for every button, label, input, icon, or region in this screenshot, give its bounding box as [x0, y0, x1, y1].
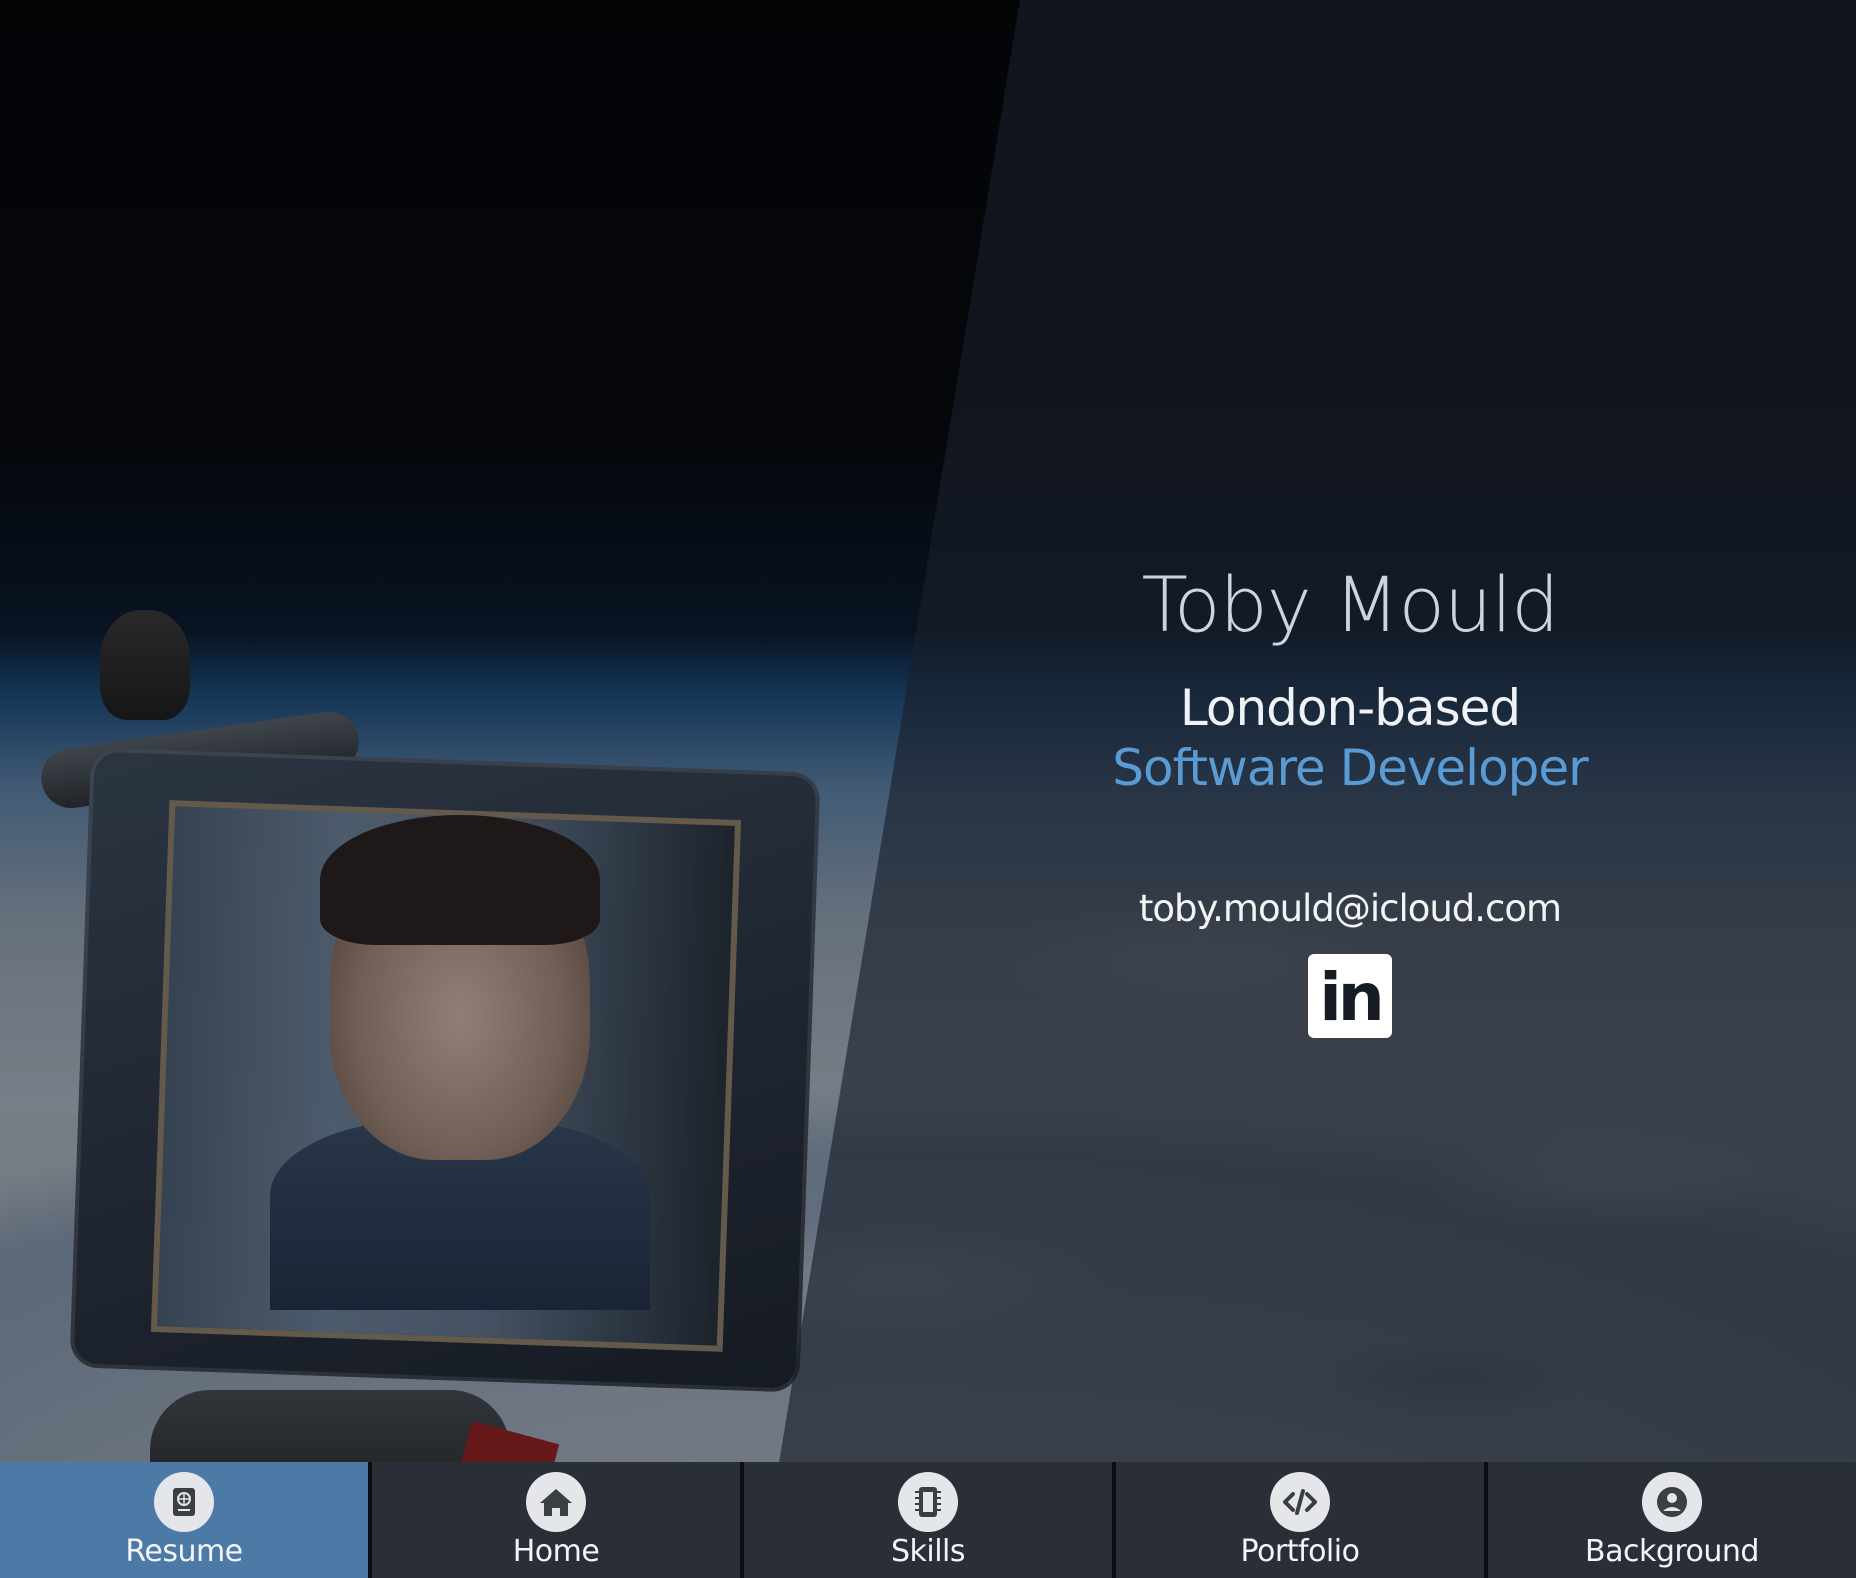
user-circle-icon — [1642, 1472, 1702, 1532]
profile-role: Software Developer — [1112, 739, 1588, 797]
linkedin-logo-text: in — [1319, 959, 1385, 1036]
nav-label-resume: Resume — [125, 1534, 243, 1569]
profile-name: Toby Mould — [1141, 560, 1560, 649]
nav-label-home: Home — [512, 1534, 600, 1569]
bottom-nav: Resume Home Skills Portfolio Background — [0, 1462, 1856, 1578]
nav-item-home[interactable]: Home — [368, 1462, 740, 1578]
home-icon — [526, 1472, 586, 1532]
nav-item-resume[interactable]: Resume — [0, 1462, 368, 1578]
resume-icon — [154, 1472, 214, 1532]
profile-card: Toby Mould London-based Software Develop… — [1050, 560, 1650, 1038]
nav-item-skills[interactable]: Skills — [740, 1462, 1112, 1578]
nav-label-skills: Skills — [890, 1534, 966, 1569]
email-link[interactable]: toby.mould@icloud.com — [1139, 887, 1562, 930]
page: Toby Mould London-based Software Develop… — [0, 0, 1856, 1578]
nav-label-background: Background — [1585, 1534, 1759, 1569]
nav-label-portfolio: Portfolio — [1240, 1534, 1360, 1569]
code-icon — [1270, 1472, 1330, 1532]
nav-item-background[interactable]: Background — [1484, 1462, 1856, 1578]
nav-item-portfolio[interactable]: Portfolio — [1112, 1462, 1484, 1578]
profile-location: London-based — [1179, 679, 1521, 737]
linkedin-icon[interactable]: in — [1308, 954, 1392, 1038]
chip-icon — [898, 1472, 958, 1532]
